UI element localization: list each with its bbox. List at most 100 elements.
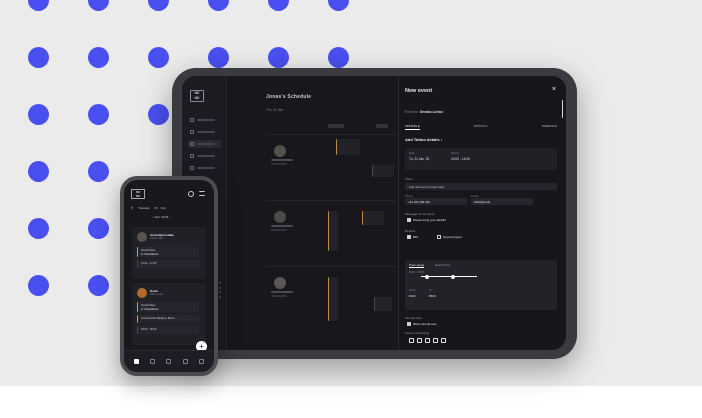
clients-icon[interactable]: [150, 359, 156, 364]
sidebar-item-schedule[interactable]: [188, 140, 221, 148]
person-icon[interactable]: [166, 359, 172, 364]
price-from-label: From: [409, 288, 416, 292]
artist-card[interactable]: Kevin Tattoo Artist Small Tattoo G. Pana…: [132, 283, 206, 345]
event-card[interactable]: [374, 297, 392, 311]
event-time: 18:00 - 18:30: [141, 328, 157, 331]
new-event-panel: New event × Event for: Sneaks Lorica › T…: [398, 76, 566, 350]
event-title: G. Panatattoos: [141, 252, 159, 256]
filter-bar[interactable]: ⚲ Tuesday 05 · Mar: [131, 206, 166, 210]
calendar-day[interactable]: [219, 286, 222, 289]
checkbox-icon[interactable]: [407, 234, 411, 239]
artist-role: Tattoo Artist: [150, 237, 164, 240]
tab-exact-price[interactable]: Exact Price: [435, 263, 450, 267]
tab-tattoo[interactable]: TATTOO ●: [405, 124, 420, 130]
scrollbar[interactable]: [561, 100, 563, 118]
period-label: Period: [451, 151, 460, 155]
calendar-icon[interactable]: [133, 359, 139, 364]
event-item[interactable]: Small Tattoo G. Panatattoos: [137, 247, 199, 257]
marketing-stage: NK NK Jonas's Schedule Thu, 25 Mar New e…: [0, 0, 702, 418]
store-icon[interactable]: [433, 338, 438, 343]
sidebar-item-artists[interactable]: [188, 152, 221, 160]
source-icons: [409, 338, 446, 343]
menu-icon[interactable]: [199, 191, 205, 196]
date-nav[interactable]: ‹ Dec 21/25 ›: [152, 215, 171, 219]
phone-screen: NK NK ⚲ Tuesday 05 · Mar ‹ Dec 21/25 › An…: [124, 180, 214, 372]
filter-label: Tuesday: [138, 206, 150, 210]
avatar: [274, 211, 286, 223]
avatar: [137, 232, 147, 242]
add-client-label: Add client and contact data: [409, 184, 444, 189]
email-icon[interactable]: [409, 338, 414, 343]
stats-icon[interactable]: [182, 359, 188, 364]
calendar-icon: [190, 142, 194, 146]
event-for-label: Event for:: [405, 110, 420, 114]
event-card[interactable]: [372, 165, 394, 177]
event-title: G. Panatattoos: [141, 307, 159, 311]
tablet-device: NK NK Jonas's Schedule Thu, 25 Mar New e…: [172, 68, 577, 359]
slider-fill: [421, 276, 477, 277]
decorative-dot: [88, 275, 109, 296]
decorative-dot: [88, 161, 109, 182]
price-to-field[interactable]: €500: [429, 294, 435, 298]
schedule-date[interactable]: Thu, 25 Mar: [266, 108, 283, 112]
decorative-dot: [28, 104, 49, 125]
bottom-strip: [0, 386, 702, 418]
users-icon: [190, 130, 194, 134]
email-field[interactable]: hello@email: [471, 198, 533, 205]
event-for[interactable]: Event for: Sneaks Lorica ›: [405, 110, 444, 114]
message-option[interactable]: Please bring your data/ID: [407, 217, 446, 222]
event-item[interactable]: 18:00 - 18:30: [137, 326, 199, 334]
period-field[interactable]: 10:00 - 14:00: [451, 157, 470, 161]
checkbox-icon[interactable]: [437, 234, 441, 239]
event-card[interactable]: [328, 277, 338, 321]
event-card[interactable]: [336, 139, 360, 155]
schedule-main: Jonas's Schedule Thu, 25 Mar: [228, 76, 398, 350]
decorative-dot: [328, 0, 349, 11]
web-icon[interactable]: [425, 338, 430, 343]
settings-icon[interactable]: [199, 359, 205, 364]
date-period-box: Date Tu, 21 Jan, 20 Period 10:00 - 14:00: [405, 148, 557, 170]
decorative-dot: [28, 47, 49, 68]
close-icon[interactable]: ×: [552, 86, 556, 93]
event-item[interactable]: 15:00 - 17:00: [137, 260, 199, 268]
deposit-field[interactable]: €50: [407, 234, 418, 239]
avatar: [274, 145, 286, 157]
event-item[interactable]: Consult Artist Badges | Busin...: [137, 315, 199, 323]
calendar-day[interactable]: [219, 291, 222, 293]
checkbox-icon[interactable]: [407, 217, 411, 222]
tab-price-range[interactable]: Price range: [409, 263, 425, 268]
internal-note-text: Write internal note: [413, 322, 437, 326]
event-type-tabs: TATTOO ● TATTOO L PIERCING: [405, 124, 557, 130]
price-slider[interactable]: [421, 274, 477, 279]
artist-card[interactable]: Anna Bjornstelle Tattoo Artist Small Tat…: [132, 227, 206, 279]
decorative-dot: [28, 0, 49, 11]
filter-icon[interactable]: ⚲: [131, 206, 133, 210]
calendar-day[interactable]: [219, 295, 222, 298]
sidebar-item-settings[interactable]: [188, 164, 221, 172]
slider-knob-max[interactable]: [451, 274, 455, 279]
tab-piercing[interactable]: PIERCING: [542, 124, 557, 130]
event-card[interactable]: [362, 211, 384, 225]
sidebar-item-clients[interactable]: [188, 128, 221, 136]
calendar-icon[interactable]: [441, 338, 446, 343]
event-card[interactable]: [328, 211, 338, 251]
event-item[interactable]: Small Tattoo G. Panatattoos: [137, 302, 199, 312]
deposit-label: Deposit: [405, 229, 416, 233]
add-details-link[interactable]: Add Tattoo details ›: [405, 137, 442, 142]
schedule-title: Jonas's Schedule: [266, 94, 312, 100]
price-to-label: To: [429, 288, 432, 292]
calendar-day[interactable]: [219, 282, 222, 284]
deposit-payed-option[interactable]: Deposit payed: [437, 234, 461, 239]
decorative-dot: [208, 0, 229, 11]
sidebar-item-dashboard[interactable]: [188, 116, 221, 124]
checkbox-icon[interactable]: [407, 321, 411, 326]
add-client-field[interactable]: Add client and contact data: [405, 183, 557, 190]
phone-icon[interactable]: [417, 338, 422, 343]
date-field[interactable]: Tu, 21 Jan, 20: [409, 157, 429, 161]
phone-field[interactable]: +44 304 345 234: [405, 198, 467, 205]
price-from-field[interactable]: €100: [409, 294, 415, 298]
internal-note-option[interactable]: Write internal note: [407, 321, 437, 326]
bell-icon[interactable]: [188, 191, 194, 197]
slider-knob-min[interactable]: [425, 274, 429, 279]
tab-tattoo-l[interactable]: TATTOO L: [474, 124, 489, 130]
